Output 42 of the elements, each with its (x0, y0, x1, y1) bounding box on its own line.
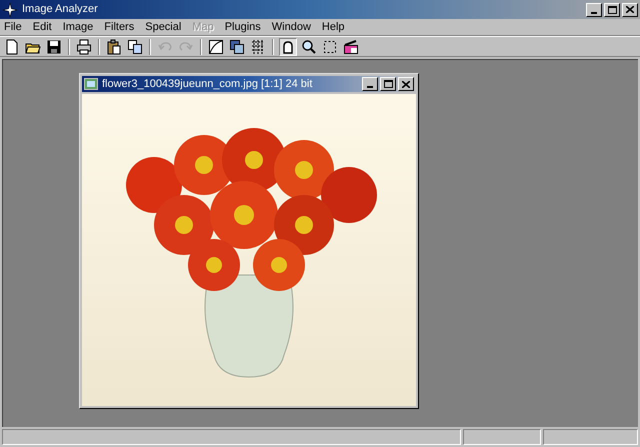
menu-item[interactable]: Plugins (224, 18, 261, 36)
floppy-disk-button[interactable] (45, 38, 63, 56)
clapperboard-icon (343, 38, 359, 54)
menu-item[interactable]: Image (62, 18, 94, 36)
close-button[interactable] (622, 2, 638, 16)
clapperboard-button[interactable] (342, 38, 360, 56)
close-icon (626, 6, 634, 13)
menu-item[interactable]: Help (322, 18, 345, 36)
close-icon (402, 80, 410, 88)
documents-button[interactable] (126, 38, 144, 56)
maximize-icon (384, 80, 392, 88)
menu-item[interactable]: File (4, 18, 22, 36)
search-button[interactable] (300, 38, 318, 56)
minimize-button[interactable] (362, 77, 378, 91)
printer-button[interactable] (75, 38, 93, 56)
printer-icon (76, 38, 92, 54)
page-icon (4, 38, 20, 54)
window-title: Image Analyzer (22, 2, 98, 18)
maximize-icon (608, 6, 616, 14)
menu-item[interactable]: Window (272, 18, 311, 36)
menu-item[interactable]: Special (145, 18, 182, 36)
layers-button[interactable] (228, 38, 246, 56)
minimize-button[interactable] (586, 2, 602, 16)
minimize-icon (591, 12, 597, 14)
maximize-button[interactable] (604, 2, 620, 16)
maximize-button[interactable] (380, 77, 396, 91)
dashed-rectangle-icon (322, 38, 338, 54)
layers-icon (229, 38, 245, 54)
picture-icon (84, 78, 98, 90)
clipboard-icon (106, 38, 122, 54)
clipboard-button[interactable] (105, 38, 123, 56)
image-window-title: flower3_100439jueunn_com.jpg [1:1] 24 bit (102, 76, 312, 92)
curve-button[interactable] (207, 38, 225, 56)
minimize-icon (367, 86, 373, 88)
documents-icon (127, 38, 143, 54)
star-icon (2, 2, 18, 18)
menu-item[interactable]: Edit (32, 18, 52, 36)
close-button[interactable] (398, 77, 414, 91)
curve-icon (208, 38, 224, 54)
search-icon (301, 38, 317, 54)
grid-icon (250, 38, 266, 54)
menu-item[interactable]: Filters (104, 18, 134, 36)
